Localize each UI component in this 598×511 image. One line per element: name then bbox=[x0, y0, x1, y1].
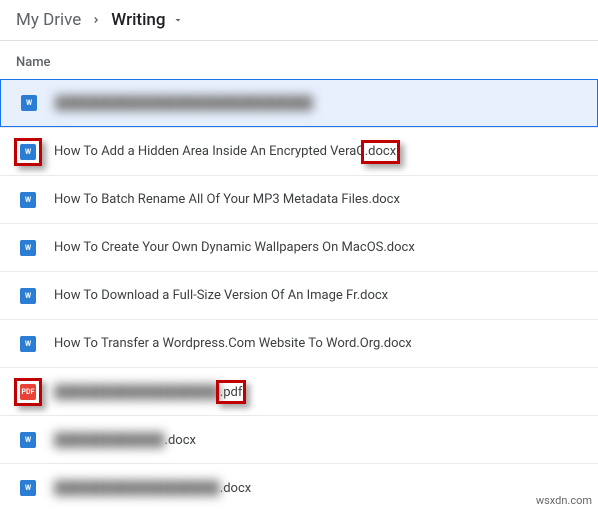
file-row[interactable]: W How To Batch Rename All Of Your MP3 Met… bbox=[0, 175, 598, 223]
word-icon: W bbox=[20, 480, 36, 496]
file-name: How To Transfer a Wordpress.Com Website … bbox=[54, 336, 412, 351]
breadcrumb-root[interactable]: My Drive bbox=[16, 10, 81, 30]
file-row[interactable]: W ██████████████████.docx bbox=[0, 463, 598, 511]
chevron-right-icon bbox=[91, 15, 101, 25]
file-name-text: ████████████████████████████ bbox=[55, 95, 313, 111]
word-icon: W bbox=[20, 144, 36, 160]
file-name: How To Batch Rename All Of Your MP3 Meta… bbox=[54, 192, 400, 207]
file-row[interactable]: W How To Add a Hidden Area Inside An Encr… bbox=[0, 127, 598, 175]
file-row[interactable]: PDF ██████████████████.pdf bbox=[0, 367, 598, 415]
file-name: ██████████████████.pdf bbox=[54, 384, 242, 400]
pdf-icon: PDF bbox=[20, 384, 36, 400]
file-extension: .docx bbox=[365, 144, 396, 159]
chevron-down-icon bbox=[172, 14, 184, 26]
file-name-text: How To Transfer a Wordpress.Com Website … bbox=[54, 336, 412, 351]
file-name-text: How To Create Your Own Dynamic Wallpaper… bbox=[54, 240, 415, 255]
file-name: ████████████████████████████ bbox=[55, 95, 313, 111]
file-name-text: How To Download a Full-Size Version Of A… bbox=[54, 288, 388, 303]
breadcrumb: My Drive Writing bbox=[0, 0, 598, 41]
file-list: W ████████████████████████████ W How To Add… bbox=[0, 80, 598, 511]
word-icon: W bbox=[20, 288, 36, 304]
file-name-text: How To Batch Rename All Of Your MP3 Meta… bbox=[54, 192, 400, 207]
file-name-text: ██████████████████ bbox=[54, 480, 220, 496]
file-name-text: How To Add a Hidden Area Inside An Encry… bbox=[54, 144, 365, 159]
word-icon: W bbox=[20, 432, 36, 448]
file-name: ██████████████████.docx bbox=[54, 480, 251, 496]
file-name-text: ██████████████████ bbox=[54, 384, 220, 400]
file-name: ████████████.docx bbox=[54, 432, 196, 448]
file-row[interactable]: W How To Download a Full-Size Version Of … bbox=[0, 271, 598, 319]
file-name: How To Download a Full-Size Version Of A… bbox=[54, 288, 388, 303]
word-icon: W bbox=[20, 192, 36, 208]
file-extension: .docx bbox=[165, 433, 196, 448]
word-icon: W bbox=[21, 95, 37, 111]
word-icon: W bbox=[20, 336, 36, 352]
file-row[interactable]: W How To Transfer a Wordpress.Com Website… bbox=[0, 319, 598, 367]
file-row[interactable]: W ████████████████████████████ bbox=[0, 79, 598, 127]
file-row[interactable]: W ████████████.docx bbox=[0, 415, 598, 463]
file-extension: .pdf bbox=[220, 385, 243, 400]
breadcrumb-current[interactable]: Writing bbox=[111, 10, 183, 30]
word-icon: W bbox=[20, 240, 36, 256]
column-header-name[interactable]: Name bbox=[0, 41, 598, 80]
file-name: How To Add a Hidden Area Inside An Encry… bbox=[54, 144, 396, 159]
file-name-text: ████████████ bbox=[54, 432, 165, 448]
file-extension: .docx bbox=[220, 481, 251, 496]
file-row[interactable]: W How To Create Your Own Dynamic Wallpape… bbox=[0, 223, 598, 271]
file-name: How To Create Your Own Dynamic Wallpaper… bbox=[54, 240, 415, 255]
breadcrumb-current-label: Writing bbox=[111, 10, 165, 30]
watermark: wsxdn.com bbox=[536, 494, 592, 507]
